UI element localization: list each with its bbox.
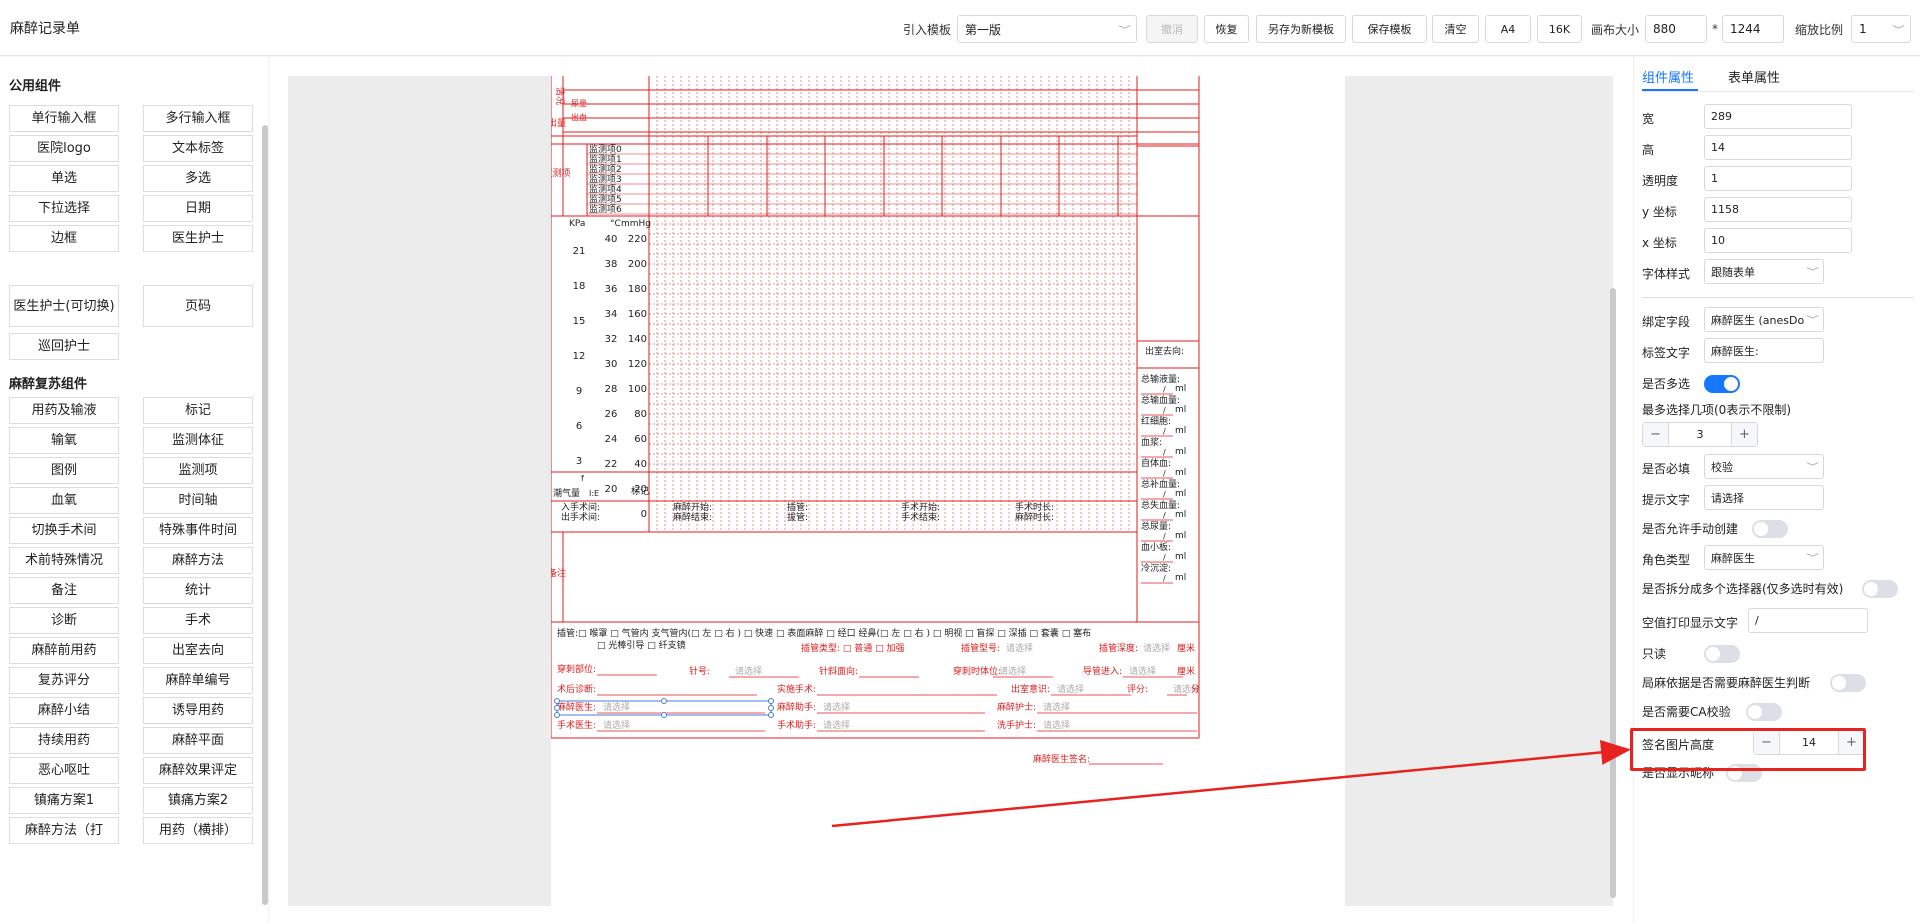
height-input[interactable]: 14	[1704, 135, 1852, 160]
empty-print-input[interactable]: /	[1748, 608, 1868, 633]
role-type-select[interactable]: 麻醉医生 ﹀	[1704, 545, 1824, 570]
section-divider	[1642, 297, 1914, 298]
highlight-box	[1630, 728, 1866, 771]
required-select[interactable]: 校验 ﹀	[1704, 454, 1824, 479]
multi-select-toggle[interactable]	[1704, 375, 1740, 393]
chevron-down-icon: ﹀	[1806, 268, 1819, 278]
hint-text-input[interactable]: 请选择	[1704, 485, 1824, 510]
max-select-label: 最多选择几项(0表示不限制)	[1642, 403, 1791, 417]
bind-field-value: 麻醉医生 (anesDo	[1711, 313, 1805, 327]
local-anes-label: 局麻依据是否需要麻醉医生判断	[1642, 676, 1811, 690]
font-style-label: 字体样式	[1642, 267, 1691, 281]
local-anes-toggle[interactable]	[1830, 674, 1866, 692]
required-value: 校验	[1711, 460, 1733, 474]
width-label: 宽	[1642, 112, 1655, 126]
max-select-value: 3	[1668, 423, 1732, 446]
y-coord-input[interactable]: 1158	[1704, 197, 1852, 222]
annotation-arrow	[831, 739, 1631, 828]
tab-form-properties[interactable]: 表单属性	[1728, 67, 1780, 86]
height-label: 高	[1642, 143, 1655, 157]
annotation-overlay	[831, 739, 1631, 828]
split-selector-label: 是否拆分成多个选择器(仅多选时有效)	[1642, 582, 1844, 596]
bind-field-label: 绑定字段	[1642, 315, 1691, 329]
y-coord-label: y 坐标	[1642, 205, 1677, 219]
label-text-input[interactable]: 麻醉医生:	[1704, 338, 1824, 363]
allow-manual-label: 是否允许手动创建	[1642, 522, 1739, 536]
split-selector-toggle[interactable]	[1862, 580, 1898, 598]
required-label: 是否必填	[1642, 462, 1691, 476]
width-input[interactable]: 289	[1704, 104, 1852, 129]
chevron-down-icon: ﹀	[1806, 463, 1819, 473]
properties-panel: 组件属性 表单属性 宽 289 高 14 透明度 1 y 坐标 1158 x 坐…	[1633, 57, 1920, 923]
opacity-label: 透明度	[1642, 174, 1679, 188]
role-type-label: 角色类型	[1642, 553, 1691, 567]
tab-component-properties[interactable]: 组件属性	[1642, 67, 1694, 86]
max-select-stepper[interactable]: − 3 +	[1642, 422, 1758, 447]
opacity-input[interactable]: 1	[1704, 166, 1852, 191]
empty-print-label: 空值打印显示文字	[1642, 616, 1739, 630]
bind-field-select[interactable]: 麻醉医生 (anesDo ﹀	[1704, 307, 1824, 332]
hint-text-label: 提示文字	[1642, 493, 1691, 507]
ca-verify-label: 是否需要CA校验	[1642, 705, 1731, 719]
role-type-value: 麻醉医生	[1711, 551, 1755, 565]
x-coord-label: x 坐标	[1642, 236, 1677, 250]
font-style-value: 跟随表单	[1711, 265, 1755, 279]
ca-verify-toggle[interactable]	[1746, 703, 1782, 721]
chevron-down-icon: ﹀	[1806, 554, 1819, 564]
x-coord-input[interactable]: 10	[1704, 228, 1852, 253]
font-style-select[interactable]: 跟随表单 ﹀	[1704, 259, 1824, 284]
multi-select-label: 是否多选	[1642, 377, 1691, 391]
tab-divider	[1642, 91, 1914, 92]
chevron-down-icon: ﹀	[1806, 316, 1819, 326]
increment-button[interactable]: +	[1732, 423, 1757, 446]
label-text-label: 标签文字	[1642, 346, 1691, 360]
readonly-toggle[interactable]	[1704, 645, 1740, 663]
decrement-button[interactable]: −	[1643, 423, 1668, 446]
readonly-label: 只读	[1642, 647, 1667, 661]
allow-manual-toggle[interactable]	[1752, 520, 1788, 538]
